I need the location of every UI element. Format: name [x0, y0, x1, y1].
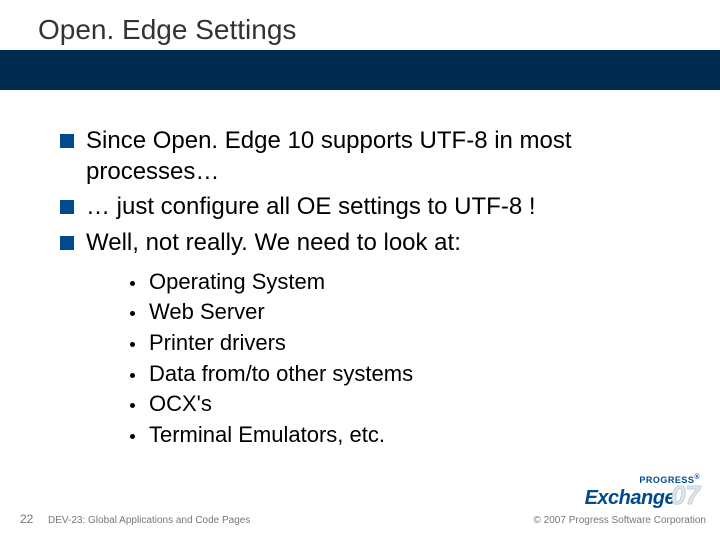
- bullet-text: Well, not really. We need to look at:: [86, 227, 461, 258]
- dot-bullet-icon: [130, 434, 135, 439]
- sub-bullet-text: Operating System: [149, 268, 325, 297]
- dot-bullet-icon: [130, 373, 135, 378]
- sub-bullet-text: OCX's: [149, 390, 212, 419]
- bullet-text: … just configure all OE settings to UTF-…: [86, 191, 536, 222]
- bullet-item: … just configure all OE settings to UTF-…: [60, 191, 680, 222]
- content-area: Since Open. Edge 10 supports UTF-8 in mo…: [60, 125, 680, 451]
- square-bullet-icon: [60, 236, 74, 250]
- copyright-text: © 2007 Progress Software Corporation: [534, 515, 706, 526]
- sub-bullet-text: Web Server: [149, 298, 265, 327]
- slide: Open. Edge Settings Since Open. Edge 10 …: [0, 0, 720, 540]
- sub-bullet-list: Operating System Web Server Printer driv…: [130, 268, 680, 450]
- bullet-text: Since Open. Edge 10 supports UTF-8 in mo…: [86, 125, 680, 187]
- sub-bullet-item: Printer drivers: [130, 329, 680, 358]
- slide-title: Open. Edge Settings: [38, 14, 296, 46]
- title-accent-bar: [0, 50, 720, 90]
- dot-bullet-icon: [130, 281, 135, 286]
- title-area: Open. Edge Settings: [0, 0, 720, 90]
- sub-bullet-item: Operating System: [130, 268, 680, 297]
- square-bullet-icon: [60, 134, 74, 148]
- sub-bullet-item: Terminal Emulators, etc.: [130, 421, 680, 450]
- sub-bullet-text: Printer drivers: [149, 329, 286, 358]
- sub-bullet-item: Data from/to other systems: [130, 360, 680, 389]
- dot-bullet-icon: [130, 311, 135, 316]
- session-title: DEV-23: Global Applications and Code Pag…: [48, 515, 250, 526]
- sub-bullet-item: OCX's: [130, 390, 680, 419]
- sub-bullet-item: Web Server: [130, 298, 680, 327]
- bullet-item: Well, not really. We need to look at:: [60, 227, 680, 258]
- dot-bullet-icon: [130, 403, 135, 408]
- sub-bullet-text: Terminal Emulators, etc.: [149, 421, 385, 450]
- sub-bullet-text: Data from/to other systems: [149, 360, 413, 389]
- bullet-item: Since Open. Edge 10 supports UTF-8 in mo…: [60, 125, 680, 187]
- slide-number: 22: [20, 512, 33, 526]
- dot-bullet-icon: [130, 342, 135, 347]
- footer: 22 DEV-23: Global Applications and Code …: [0, 492, 720, 540]
- square-bullet-icon: [60, 200, 74, 214]
